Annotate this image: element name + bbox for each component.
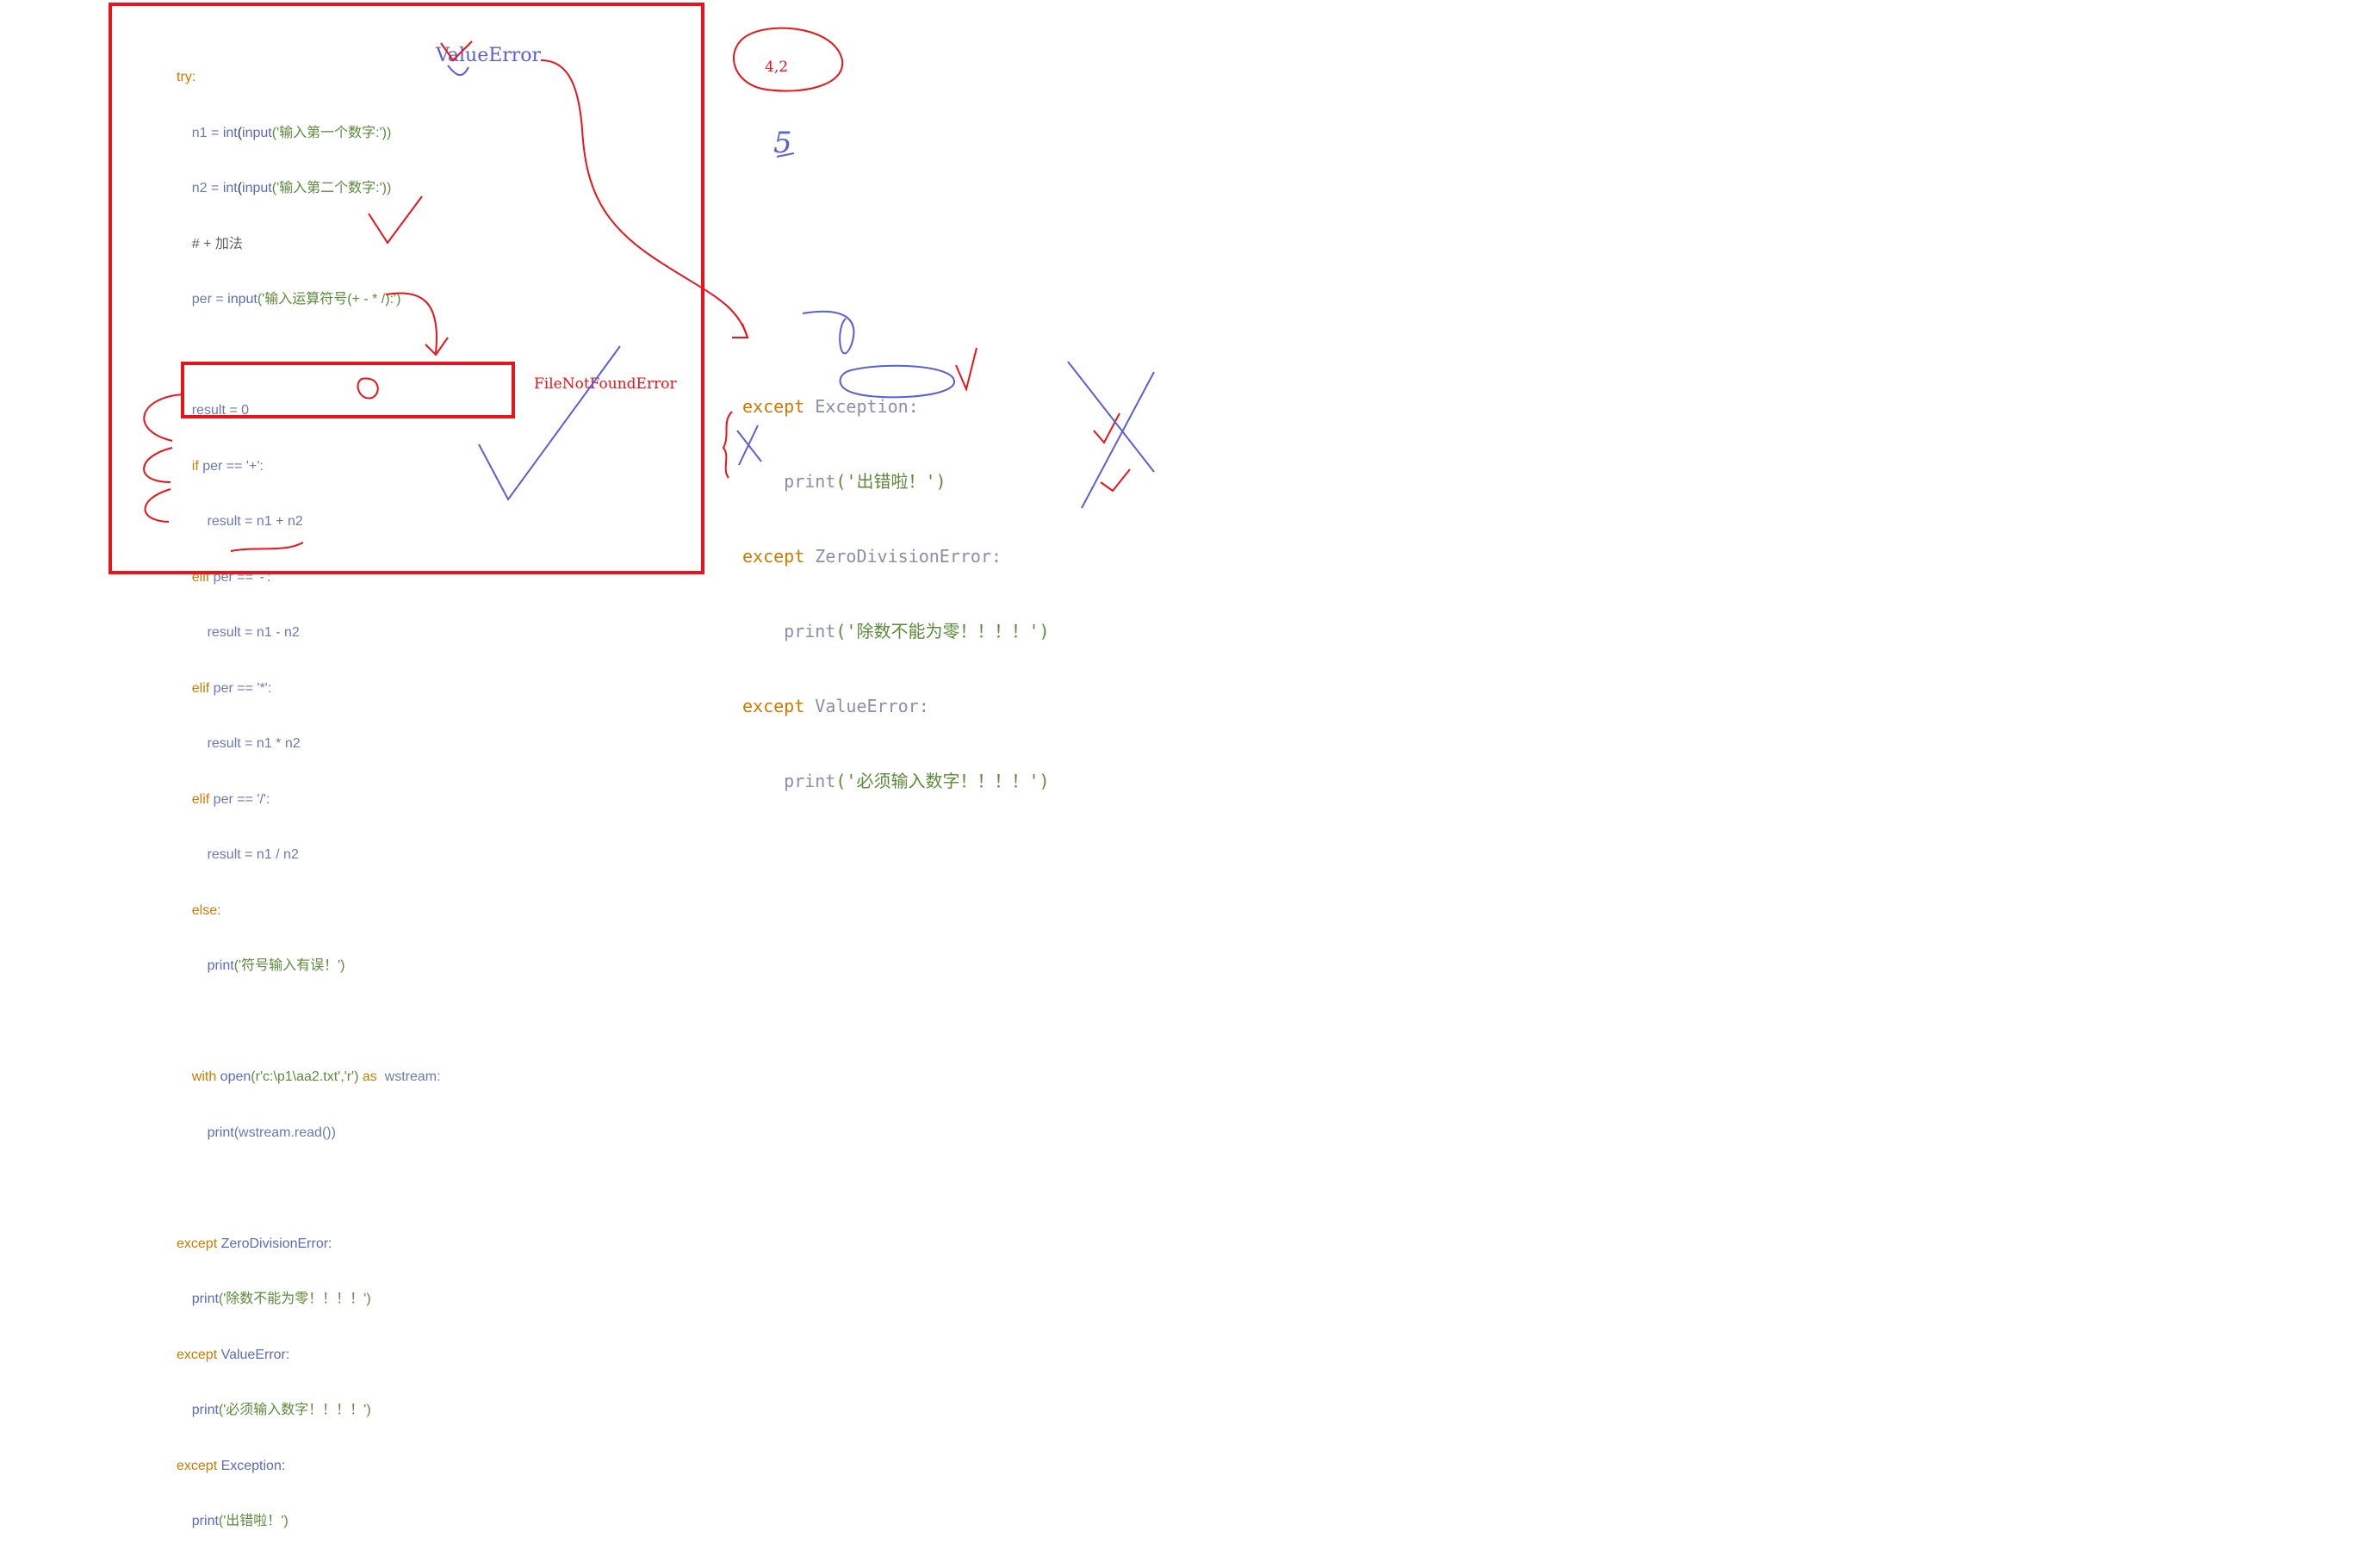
code-line: except Exception:	[742, 396, 919, 417]
code-blank	[177, 1179, 441, 1198]
right-code-block: except Exception: print('出错啦！') except Z…	[742, 344, 1050, 844]
code-blank	[177, 1013, 441, 1032]
code-line: try:	[177, 70, 196, 84]
circle-inputs	[733, 27, 844, 92]
code-line: elif per == '*':	[191, 680, 272, 696]
bracket-mark	[722, 411, 733, 479]
loop-arrow	[143, 447, 173, 483]
left-code-block: try: n1 = int(input('输入第一个数字:')) n2 = in…	[177, 31, 441, 1568]
blue-underline-value-error	[447, 65, 469, 77]
annotation-file-not-found: FileNotFoundError	[534, 375, 677, 393]
code-line: if per == '+':	[191, 458, 264, 474]
arrowhead	[732, 323, 749, 338]
cross-mark	[1081, 371, 1155, 509]
loop-arrow	[144, 488, 171, 523]
code-line: per = input('输入运算符号(+ - * /):')	[191, 292, 401, 307]
code-line: except ValueError:	[742, 696, 929, 716]
code-line: print('必须输入数字！！！！')	[191, 1403, 371, 1417]
code-line: except ValueError:	[177, 1347, 290, 1362]
annotation-inputs: 4,2	[765, 59, 789, 76]
code-line: n2 = int(input('输入第二个数字:'))	[191, 181, 392, 195]
code-line: except ZeroDivisionError:	[177, 1236, 332, 1251]
code-line: else:	[191, 902, 221, 918]
code-line: result = n1 / n2	[207, 847, 299, 862]
code-line: except Exception:	[177, 1458, 286, 1473]
code-blank	[177, 346, 441, 365]
code-line-with: with open(r'c:\p1\aa2.txt','r') as wstre…	[191, 1069, 441, 1084]
arrow-to-right-block	[540, 59, 748, 338]
code-line: n1 = int(input('输入第一个数字:'))	[191, 125, 392, 140]
annotation-five: 5	[773, 126, 792, 160]
check-mark	[1093, 412, 1120, 444]
code-line: print('除数不能为零！！！！')	[191, 1292, 371, 1306]
check-mark	[1100, 468, 1131, 493]
code-line: result = 0	[191, 403, 250, 418]
code-line: result = n1 - n2	[207, 625, 300, 640]
code-line: except ZeroDivisionError:	[742, 546, 1002, 567]
code-line: print('符号输入有误！')	[207, 958, 345, 973]
code-line: elif per == '/':	[191, 791, 270, 807]
code-line: print(wstream.read())	[207, 1125, 336, 1140]
code-line: result = n1 + n2	[207, 514, 303, 529]
code-line: print('必须输入数字！！！！')	[784, 771, 1050, 791]
code-line: elif per == '-':	[191, 569, 271, 585]
code-comment: # + 加法	[191, 236, 243, 251]
code-line: result = n1 * n2	[207, 736, 301, 751]
canvas: try: n1 = int(input('输入第一个数字:')) n2 = in…	[0, 0, 2358, 1528]
code-line: print('出错啦！')	[191, 1514, 289, 1528]
code-line: print('出错啦！')	[784, 471, 946, 492]
code-line: print('除数不能为零！！！！')	[784, 621, 1050, 641]
annotation-value-error: ValueError	[436, 45, 542, 66]
big-check-mark	[478, 345, 621, 501]
cross-mark	[1067, 361, 1155, 473]
